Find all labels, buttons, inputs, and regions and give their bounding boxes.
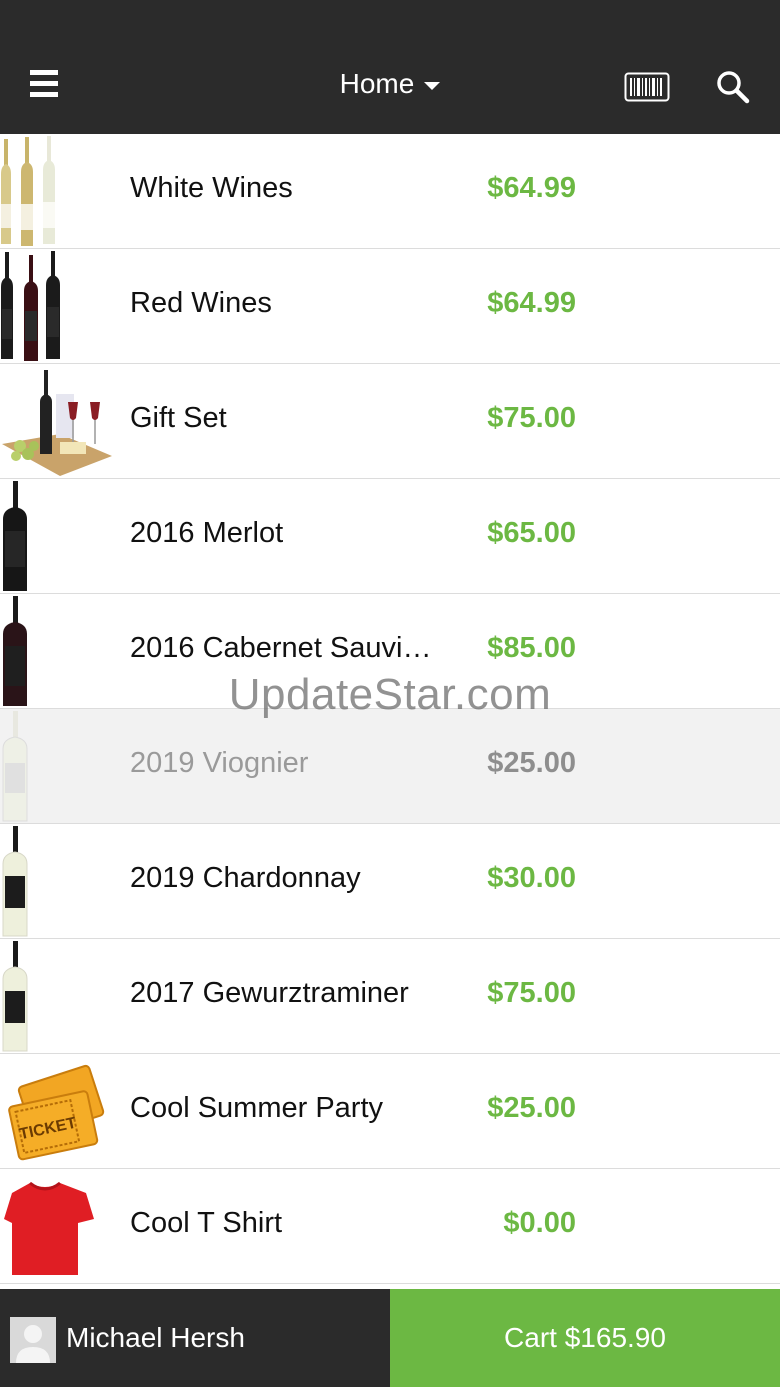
cart-button[interactable]: Cart $165.90 [390,1289,780,1387]
gift-set-image [0,364,116,478]
product-price: $75.00 [487,977,576,1009]
product-name: 2016 Cabernet Sauvi… [130,632,432,664]
user-account-button[interactable]: Michael Hersh [0,1289,390,1387]
product-name: Cool Summer Party [130,1092,384,1124]
product-price: $25.00 [487,1092,576,1124]
product-price: $64.99 [487,172,576,204]
product-name: 2019 Viognier [130,747,309,779]
product-list[interactable]: White Wines $64.99 Red Wines $64.99 Gift… [0,134,780,1289]
product-row[interactable]: 2016 Cabernet Sauvi… $85.00 [0,594,780,709]
product-price: $30.00 [487,862,576,894]
user-avatar-icon [10,1317,56,1363]
bottom-bar: Michael Hersh Cart $165.90 [0,1289,780,1387]
user-name: Michael Hersh [66,1322,245,1353]
product-name: White Wines [130,172,293,204]
product-name: 2017 Gewurztraminer [130,977,409,1009]
top-nav-bar: Home [0,0,780,134]
home-title-label: Home [339,68,415,99]
product-price: $75.00 [487,402,576,434]
product-price: $85.00 [487,632,576,664]
product-price: $64.99 [487,287,576,319]
caret-down-icon [424,81,441,90]
product-row[interactable]: 2019 Viognier $25.00 [0,709,780,824]
white-wine-bottle-image [0,824,116,938]
search-icon[interactable] [716,70,750,104]
product-name: Red Wines [130,287,272,319]
product-name: 2016 Merlot [130,517,284,549]
white-wine-bottle-image [0,939,116,1053]
red-t-shirt-image [0,1169,116,1283]
product-row[interactable]: Red Wines $64.99 [0,249,780,364]
product-row[interactable]: Gift Set $75.00 [0,364,780,479]
product-row[interactable]: TICKET Cool Summer Party $25.00 [0,1054,780,1169]
product-row[interactable]: 2017 Gewurztraminer $75.00 [0,939,780,1054]
product-row[interactable]: 2019 Chardonnay $30.00 [0,824,780,939]
product-price: $0.00 [503,1207,576,1239]
product-row[interactable]: 2016 Merlot $65.00 [0,479,780,594]
product-name: Cool T Shirt [130,1207,283,1239]
product-price: $65.00 [487,517,576,549]
product-name: Gift Set [130,402,227,434]
product-row[interactable]: Cool T Shirt $0.00 [0,1169,780,1284]
barcode-icon[interactable] [624,72,670,102]
white-wine-bottles-image [0,134,116,248]
red-wine-bottles-image [0,249,116,363]
tickets-image: TICKET [0,1054,116,1168]
product-name: 2019 Chardonnay [130,862,361,894]
product-row[interactable]: White Wines $64.99 [0,134,780,249]
white-wine-bottle-image [0,709,116,823]
product-price: $25.00 [487,747,576,779]
red-wine-bottle-image [0,479,116,593]
red-wine-bottle-image [0,594,116,708]
